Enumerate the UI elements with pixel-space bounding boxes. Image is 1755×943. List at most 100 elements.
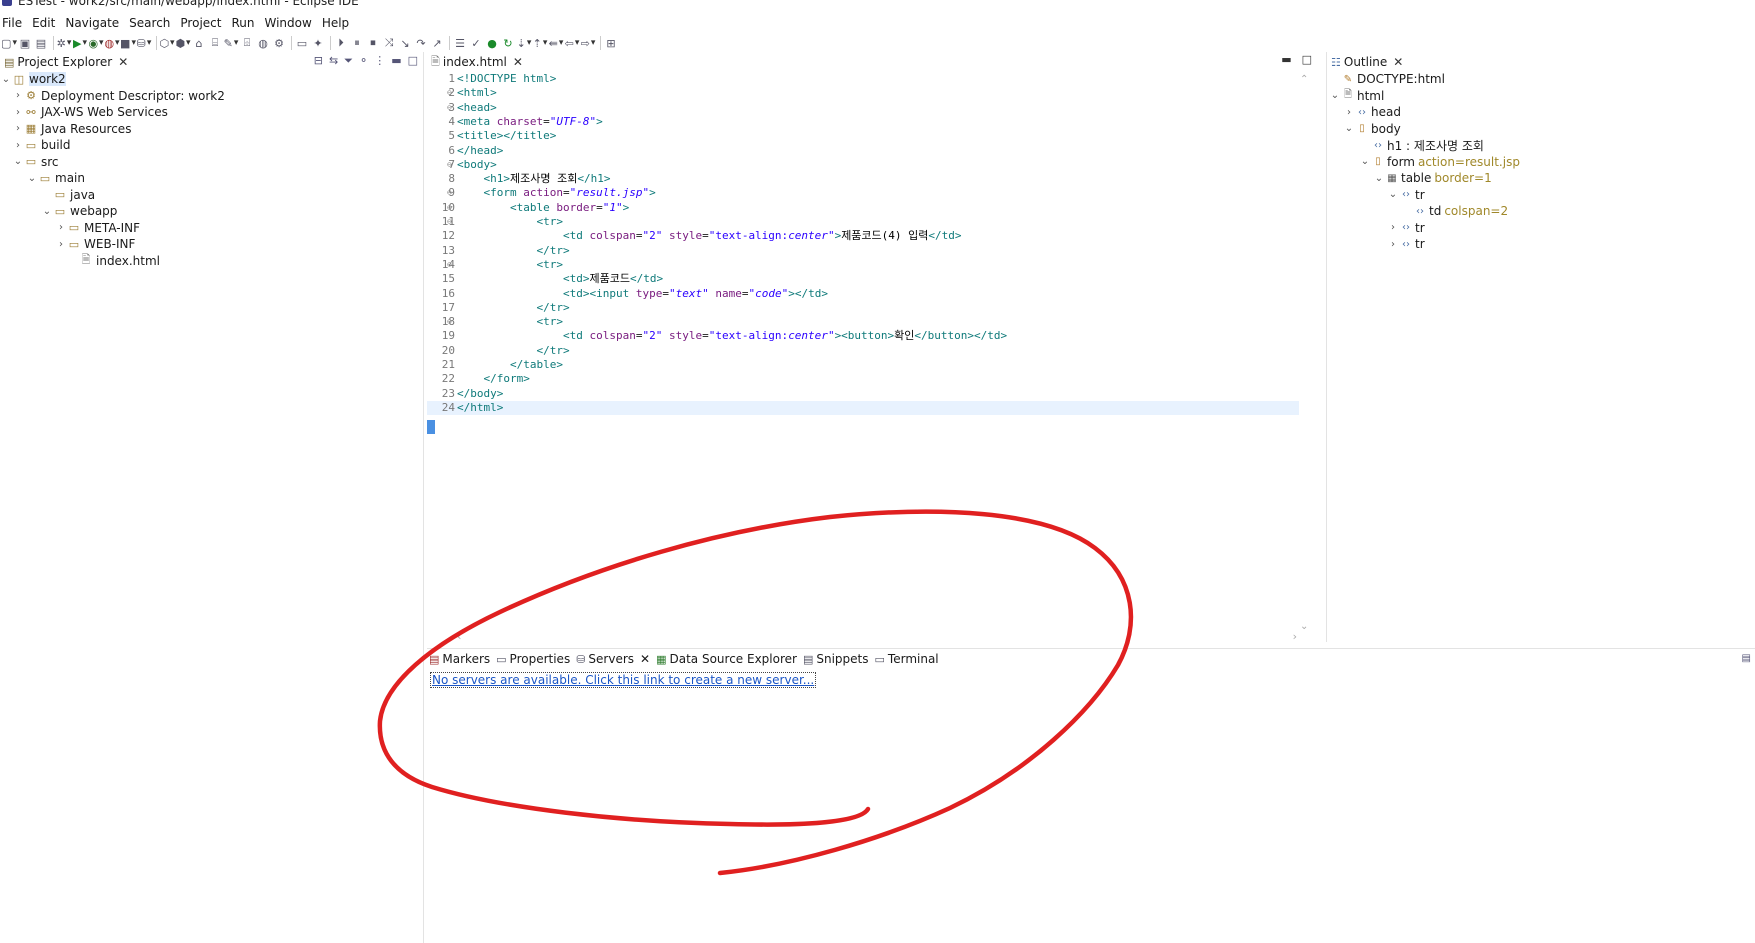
- wand-icon[interactable]: ✎: [224, 36, 238, 50]
- scroll-up-icon[interactable]: ⌃: [1300, 74, 1308, 85]
- close-icon[interactable]: ✕: [513, 55, 523, 69]
- new-icon[interactable]: ▢: [1, 36, 16, 50]
- maximize-icon[interactable]: □: [1302, 53, 1312, 66]
- console-icon[interactable]: ▭: [295, 36, 309, 50]
- tree-item-web-inf[interactable]: › ▭ WEB-INF: [0, 236, 424, 253]
- chevron-down-icon[interactable]: ⌄: [1329, 90, 1341, 101]
- chevron-down-icon[interactable]: ⌄: [12, 156, 24, 167]
- filter-icon[interactable]: ⏷: [344, 54, 353, 68]
- editor-vertical-scrollbar[interactable]: ⌃ ⌄: [1298, 72, 1312, 632]
- tree-item-java-resources[interactable]: › ▦ Java Resources: [0, 121, 424, 138]
- menu-help[interactable]: Help: [320, 16, 354, 30]
- step-over-icon[interactable]: ↷: [414, 36, 428, 50]
- new-package-icon[interactable]: ⬢: [175, 36, 190, 50]
- menu-run[interactable]: Run: [229, 16, 259, 30]
- chevron-down-icon[interactable]: ⌄: [26, 173, 38, 184]
- tree-item-build[interactable]: › ▭ build: [0, 137, 424, 154]
- forward-icon[interactable]: ⇨: [581, 36, 595, 50]
- tasks-icon[interactable]: ✓: [469, 36, 483, 50]
- outline-item-html[interactable]: ⌄ 🗎 html: [1327, 88, 1755, 105]
- chevron-right-icon[interactable]: ›: [12, 123, 24, 134]
- outline-item-table[interactable]: ⌄ ▦ table border=1: [1327, 170, 1755, 187]
- outline-item-body[interactable]: ⌄ ▯ body: [1327, 121, 1755, 138]
- close-icon[interactable]: ✕: [640, 652, 650, 666]
- scroll-down-icon[interactable]: ⌄: [1300, 621, 1308, 632]
- tab-properties[interactable]: ▭ Properties: [494, 649, 574, 669]
- outline-item-tr[interactable]: › ‹› tr: [1327, 236, 1755, 253]
- step-return-icon[interactable]: ↗: [430, 36, 444, 50]
- stop-server-icon[interactable]: ■: [120, 36, 135, 50]
- chevron-right-icon[interactable]: ›: [1387, 239, 1399, 250]
- chevron-down-icon[interactable]: ⌄: [1343, 123, 1355, 134]
- open-folder-icon[interactable]: ⌸: [208, 36, 222, 50]
- chevron-right-icon[interactable]: ›: [1387, 222, 1399, 233]
- save-all-icon[interactable]: ▤: [34, 36, 48, 50]
- menu-project[interactable]: Project: [178, 16, 226, 30]
- chevron-right-icon[interactable]: ›: [1343, 107, 1355, 118]
- scroll-left-icon[interactable]: ‹: [457, 630, 461, 643]
- last-edit-icon[interactable]: ⇚: [549, 36, 563, 50]
- chevron-right-icon[interactable]: ›: [12, 107, 24, 118]
- tab-snippets[interactable]: ▤ Snippets: [801, 649, 873, 669]
- pin-icon[interactable]: ✦: [311, 36, 325, 50]
- tab-terminal[interactable]: ▭ Terminal: [873, 649, 943, 669]
- create-server-link[interactable]: No servers are available. Click this lin…: [430, 672, 817, 688]
- open-type-icon[interactable]: ⌂: [192, 36, 206, 50]
- tab-markers[interactable]: ▤ Markers: [427, 649, 494, 669]
- task-list-icon[interactable]: ☰: [453, 36, 467, 50]
- globe-icon[interactable]: ◍: [256, 36, 270, 50]
- tree-item-meta-inf[interactable]: › ▭ META-INF: [0, 220, 424, 237]
- code-editor[interactable]: 1 <!DOCTYPE html> 2 ⊖ <html> 3 ⊖ <head> 4 <met…: [427, 72, 1307, 637]
- outline-item-tr[interactable]: › ‹› tr: [1327, 220, 1755, 237]
- minimize-icon[interactable]: ▬: [1281, 53, 1291, 66]
- outline-item-head[interactable]: › ‹› head: [1327, 104, 1755, 121]
- tree-item-index-html[interactable]: 🗎 index.html: [0, 253, 424, 270]
- outline-item-h1[interactable]: ‹› h1 : 제조사명 조회: [1327, 137, 1755, 154]
- annotation-next-icon[interactable]: ⇣: [517, 36, 531, 50]
- run-icon[interactable]: ▶: [73, 36, 87, 50]
- resume-icon[interactable]: ⏵: [334, 36, 348, 50]
- tab-outline[interactable]: ☷ Outline ✕: [1327, 52, 1407, 72]
- disconnect-icon[interactable]: ⤨: [382, 36, 396, 50]
- new-java-project-icon[interactable]: ⬡: [159, 36, 174, 50]
- tree-item-main[interactable]: ⌄ ▭ main: [0, 170, 424, 187]
- view-menu-icon[interactable]: ▤: [1742, 653, 1751, 664]
- tree-item-jaxws[interactable]: › ⚯ JAX-WS Web Services: [0, 104, 424, 121]
- server-icon[interactable]: ⛁: [137, 36, 151, 50]
- view-menu-icon[interactable]: ⋮: [374, 54, 385, 68]
- scroll-right-icon[interactable]: ›: [1293, 630, 1297, 643]
- chevron-down-icon[interactable]: ⌄: [41, 206, 53, 217]
- outline-item-form[interactable]: ⌄ ▯ form action=result.jsp: [1327, 154, 1755, 171]
- annotation-prev-icon[interactable]: ⇡: [533, 36, 547, 50]
- step-into-icon[interactable]: ↘: [398, 36, 412, 50]
- open-resource-icon[interactable]: ⌹: [240, 36, 254, 50]
- chevron-down-icon[interactable]: ⌄: [1387, 189, 1399, 200]
- back-icon[interactable]: ⇦: [565, 36, 579, 50]
- menu-edit[interactable]: Edit: [30, 16, 60, 30]
- save-icon[interactable]: ▣: [18, 36, 32, 50]
- link-with-editor-icon[interactable]: ⇆: [329, 54, 338, 68]
- chevron-down-icon[interactable]: ⌄: [1359, 156, 1371, 167]
- chevron-down-icon[interactable]: ⌄: [0, 74, 12, 85]
- menu-window[interactable]: Window: [262, 16, 316, 30]
- suspend-icon[interactable]: ⏸: [350, 36, 364, 50]
- tree-item-java[interactable]: ▭ java: [0, 187, 424, 204]
- outline-item-tr[interactable]: ⌄ ‹› tr: [1327, 187, 1755, 204]
- tree-item-deployment-descriptor[interactable]: › ⚙ Deployment Descriptor: work2: [0, 88, 424, 105]
- chevron-right-icon[interactable]: ›: [12, 140, 24, 151]
- tab-project-explorer[interactable]: ▤ Project Explorer ✕: [0, 52, 132, 72]
- coverage-icon[interactable]: ◉: [88, 36, 103, 50]
- editor-horizontal-scrollbar[interactable]: ‹ ›: [457, 630, 1297, 643]
- web-browser-icon[interactable]: ⚙: [272, 36, 286, 50]
- tree-item-webapp[interactable]: ⌄ ▭ webapp: [0, 203, 424, 220]
- maximize-icon[interactable]: □: [408, 54, 418, 68]
- focus-icon[interactable]: ⚬: [359, 54, 368, 68]
- tab-index-html[interactable]: 🗎 index.html ✕: [427, 52, 527, 72]
- outline-item-td[interactable]: ‹› td colspan=2: [1327, 203, 1755, 220]
- close-icon[interactable]: ✕: [118, 55, 128, 69]
- close-icon[interactable]: ✕: [1393, 55, 1403, 69]
- chevron-right-icon[interactable]: ›: [55, 222, 67, 233]
- refresh-icon[interactable]: ↻: [501, 36, 515, 50]
- minimize-icon[interactable]: ▬: [391, 54, 401, 68]
- debug-icon[interactable]: ✲: [57, 36, 71, 50]
